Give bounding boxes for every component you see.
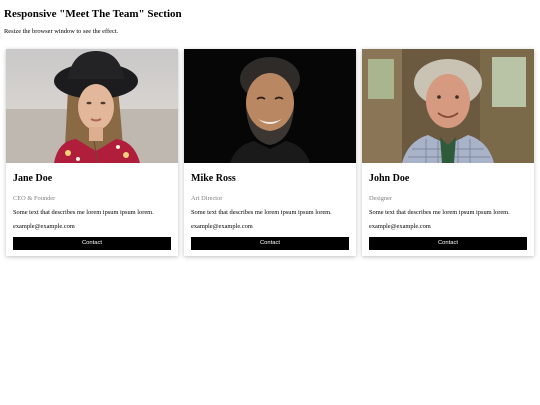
team-card-jane-doe: Jane Doe CEO & Founder Some text that de… xyxy=(6,49,178,256)
profile-photo-jane-doe xyxy=(6,49,178,163)
member-name: John Doe xyxy=(369,173,410,184)
member-description: Some text that describes me lorem ipsum … xyxy=(13,209,154,216)
card-body: Mike Ross Art Director Some text that de… xyxy=(184,163,356,250)
member-role: Art Director xyxy=(191,195,223,202)
member-role: CEO & Founder xyxy=(13,195,56,202)
card-body: Jane Doe CEO & Founder Some text that de… xyxy=(6,163,178,250)
member-description: Some text that describes me lorem ipsum … xyxy=(369,209,510,216)
page-subtitle: Resize the browser window to see the eff… xyxy=(4,28,119,35)
team-card-john-doe: John Doe Designer Some text that describ… xyxy=(362,49,534,256)
profile-photo-mike-ross xyxy=(184,49,356,163)
page-title: Responsive "Meet The Team" Section xyxy=(4,8,182,20)
contact-button[interactable]: Contact xyxy=(369,237,527,250)
contact-button[interactable]: Contact xyxy=(191,237,349,250)
member-description: Some text that describes me lorem ipsum … xyxy=(191,209,332,216)
team-row: Jane Doe CEO & Founder Some text that de… xyxy=(6,49,534,256)
member-email: example@example.com xyxy=(191,223,253,230)
member-email: example@example.com xyxy=(369,223,431,230)
member-name: Mike Ross xyxy=(191,173,236,184)
member-name: Jane Doe xyxy=(13,173,53,184)
card-body: John Doe Designer Some text that describ… xyxy=(362,163,534,250)
member-role: Designer xyxy=(369,195,393,202)
contact-button[interactable]: Contact xyxy=(13,237,171,250)
team-card-mike-ross: Mike Ross Art Director Some text that de… xyxy=(184,49,356,256)
member-email: example@example.com xyxy=(13,223,75,230)
profile-photo-john-doe xyxy=(362,49,534,163)
